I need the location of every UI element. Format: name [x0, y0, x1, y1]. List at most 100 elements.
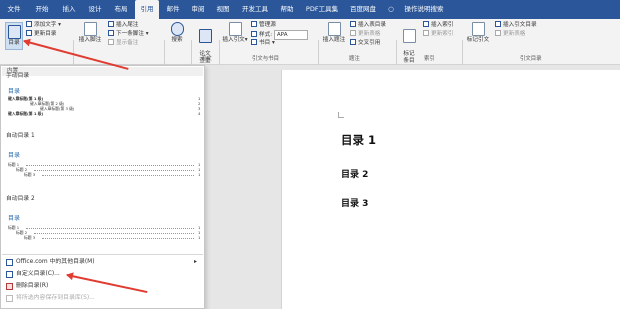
update-toc-button[interactable]: 更新目录 — [26, 30, 56, 38]
insert-index-button[interactable]: 插入索引 — [423, 21, 453, 29]
insert-table-of-figures-button[interactable]: 插入表目录 — [350, 21, 386, 29]
tab-mailings[interactable]: 邮件 — [162, 0, 184, 19]
cross-reference-button[interactable]: 交叉引用 — [350, 39, 380, 47]
heading-1[interactable]: 目录 1 — [341, 132, 376, 148]
custom-toc-item[interactable]: 自定义目录(C)... — [2, 269, 203, 280]
office-more-tocs-item[interactable]: Office.com 中的其他目录(M) ▸ — [2, 257, 203, 268]
update-toa-button[interactable]: 更新表格 — [495, 30, 525, 38]
insert-footnote-button[interactable]: 插入脚注 — [75, 22, 105, 44]
insert-citation-button[interactable]: 插入引文▾ — [222, 22, 248, 44]
preview-line: 键入章标题(第 3 级) — [40, 106, 75, 111]
preview-page: 4 — [198, 111, 201, 116]
insert-table-of-figures-label: 插入表目录 — [358, 22, 386, 28]
bibliography-label: 书目 — [259, 40, 271, 46]
section-builtin: 内置 — [2, 67, 203, 76]
add-text-label: 添加文字 — [34, 22, 57, 28]
footnote-icon — [83, 22, 97, 36]
tab-help[interactable]: 帮助 — [276, 0, 298, 19]
office-icon — [6, 259, 13, 266]
update-table-button[interactable]: 更新表格 — [350, 30, 380, 38]
citation-icon — [228, 22, 242, 36]
group-label-citations: 引文与书目 — [252, 56, 279, 62]
auto-toc-1-preview[interactable]: 目录 标题 1 1 标题 2 1 标题 3 1 — [2, 140, 203, 186]
cross-reference-label: 交叉引用 — [358, 40, 381, 46]
leader-dots — [26, 228, 194, 229]
document-page[interactable]: 目录 1 目录 2 目录 3 — [281, 70, 620, 309]
preview-line: 键入章标题(第 1 级) — [8, 111, 44, 116]
update-index-icon — [423, 30, 429, 36]
toc-button-label: 目录 — [8, 40, 20, 46]
mark-entry-label: 标记 条目 — [403, 51, 415, 64]
heading-3[interactable]: 目录 3 — [341, 196, 368, 209]
preview-page: 1 — [198, 172, 201, 177]
tab-design[interactable]: 设计 — [84, 0, 106, 19]
insert-endnote-button[interactable]: 插入尾注 — [108, 21, 138, 29]
leader-dots — [42, 175, 194, 176]
tab-review[interactable]: 审阅 — [187, 0, 209, 19]
manage-sources-button[interactable]: 管理源 — [251, 21, 276, 29]
style-dropdown[interactable]: APA — [273, 30, 308, 40]
save-selection-to-gallery-item[interactable]: 将所选内容保存到目录库(S)... — [2, 293, 203, 304]
tab-developer[interactable]: 开发工具 — [238, 0, 272, 19]
preview-heading: 目录 — [8, 88, 21, 95]
preview-page: 1 — [198, 235, 201, 240]
auto-toc-2-title: 自动目录 2 — [6, 196, 35, 202]
cross-reference-icon — [350, 39, 356, 45]
tab-view[interactable]: 视图 — [212, 0, 234, 19]
endnote-icon — [108, 21, 114, 27]
ribbon-tab-bar: 文件 开始 插入 设计 布局 引用 邮件 审阅 视图 开发工具 帮助 PDF工具… — [0, 0, 620, 19]
tab-layout[interactable]: 布局 — [110, 0, 132, 19]
tab-insert[interactable]: 插入 — [58, 0, 80, 19]
tab-pdf-tools[interactable]: PDF工具集 — [302, 0, 342, 19]
insert-index-icon — [423, 21, 429, 27]
show-notes-label: 显示备注 — [116, 40, 139, 46]
leader-dots — [26, 165, 194, 166]
leader-dots — [34, 170, 194, 171]
add-text-icon — [26, 21, 32, 27]
toc-dropdown-menu: 内置 手动目录 目录 键入章标题(第 1 级) 1 键入章标题(第 2 级) 2… — [0, 65, 205, 309]
mark-entry-button[interactable]: 标记 条目 — [399, 22, 419, 65]
show-notes-icon — [108, 39, 114, 45]
auto-toc-1-title: 自动目录 1 — [6, 133, 35, 139]
next-footnote-label: 下一条脚注 — [116, 31, 144, 37]
next-footnote-button[interactable]: 下一条脚注 ▾ — [108, 30, 149, 38]
custom-toc-label: 自定义目录(C)... — [16, 271, 60, 277]
show-notes-button[interactable]: 显示备注 — [108, 39, 138, 47]
style-label: 样式: — [259, 32, 273, 38]
heading-2[interactable]: 目录 2 — [341, 167, 368, 180]
update-index-label: 更新索引 — [431, 31, 454, 37]
mark-citation-button[interactable]: 标记引文 — [465, 22, 491, 44]
custom-toc-icon — [6, 271, 13, 278]
remove-toc-icon — [6, 283, 13, 290]
insert-toa-icon — [495, 21, 501, 27]
style-icon — [251, 31, 257, 37]
tab-baidu-pan[interactable]: 百度网盘 — [346, 0, 380, 19]
manual-toc-title: 手动目录 — [6, 73, 30, 79]
add-text-button[interactable]: 添加文字 ▾ — [26, 21, 61, 29]
save-selection-label: 将所选内容保存到目录库(S)... — [16, 295, 95, 301]
auto-toc-2-preview[interactable]: 目录 标题 1 1 标题 2 1 标题 3 1 — [2, 203, 203, 249]
tab-references[interactable]: 引用 — [135, 0, 159, 19]
update-index-button[interactable]: 更新索引 — [423, 30, 453, 38]
search-button[interactable]: 搜索 — [168, 22, 186, 44]
manual-toc-preview[interactable]: 目录 键入章标题(第 1 级) 1 键入章标题(第 2 级) 2 键入章标题(第… — [2, 79, 203, 132]
group-label-toa: 引文目录 — [520, 56, 542, 62]
tell-me-search[interactable]: 操作说明搜索 — [398, 0, 450, 19]
insert-toa-button[interactable]: 插入引文目录 — [495, 21, 537, 29]
insert-index-label: 插入索引 — [431, 22, 454, 28]
remove-toc-label: 删除目录(R) — [16, 283, 49, 289]
toc-button[interactable]: 目录 — [5, 22, 23, 50]
leader-dots — [34, 233, 194, 234]
tab-file[interactable]: 文件 — [2, 0, 26, 19]
paper-check-icon — [198, 29, 212, 43]
update-toa-label: 更新表格 — [503, 31, 526, 37]
insert-caption-button[interactable]: 插入题注 — [321, 22, 347, 44]
search-label: 搜索 — [171, 37, 183, 43]
group-label-index: 索引 — [424, 56, 435, 62]
mark-citation-icon — [471, 22, 485, 36]
leader-dots — [42, 238, 194, 239]
bibliography-button[interactable]: 书目 ▾ — [251, 39, 275, 47]
tab-home[interactable]: 开始 — [30, 0, 54, 19]
next-footnote-icon — [108, 30, 114, 36]
mark-entry-icon — [402, 29, 416, 43]
